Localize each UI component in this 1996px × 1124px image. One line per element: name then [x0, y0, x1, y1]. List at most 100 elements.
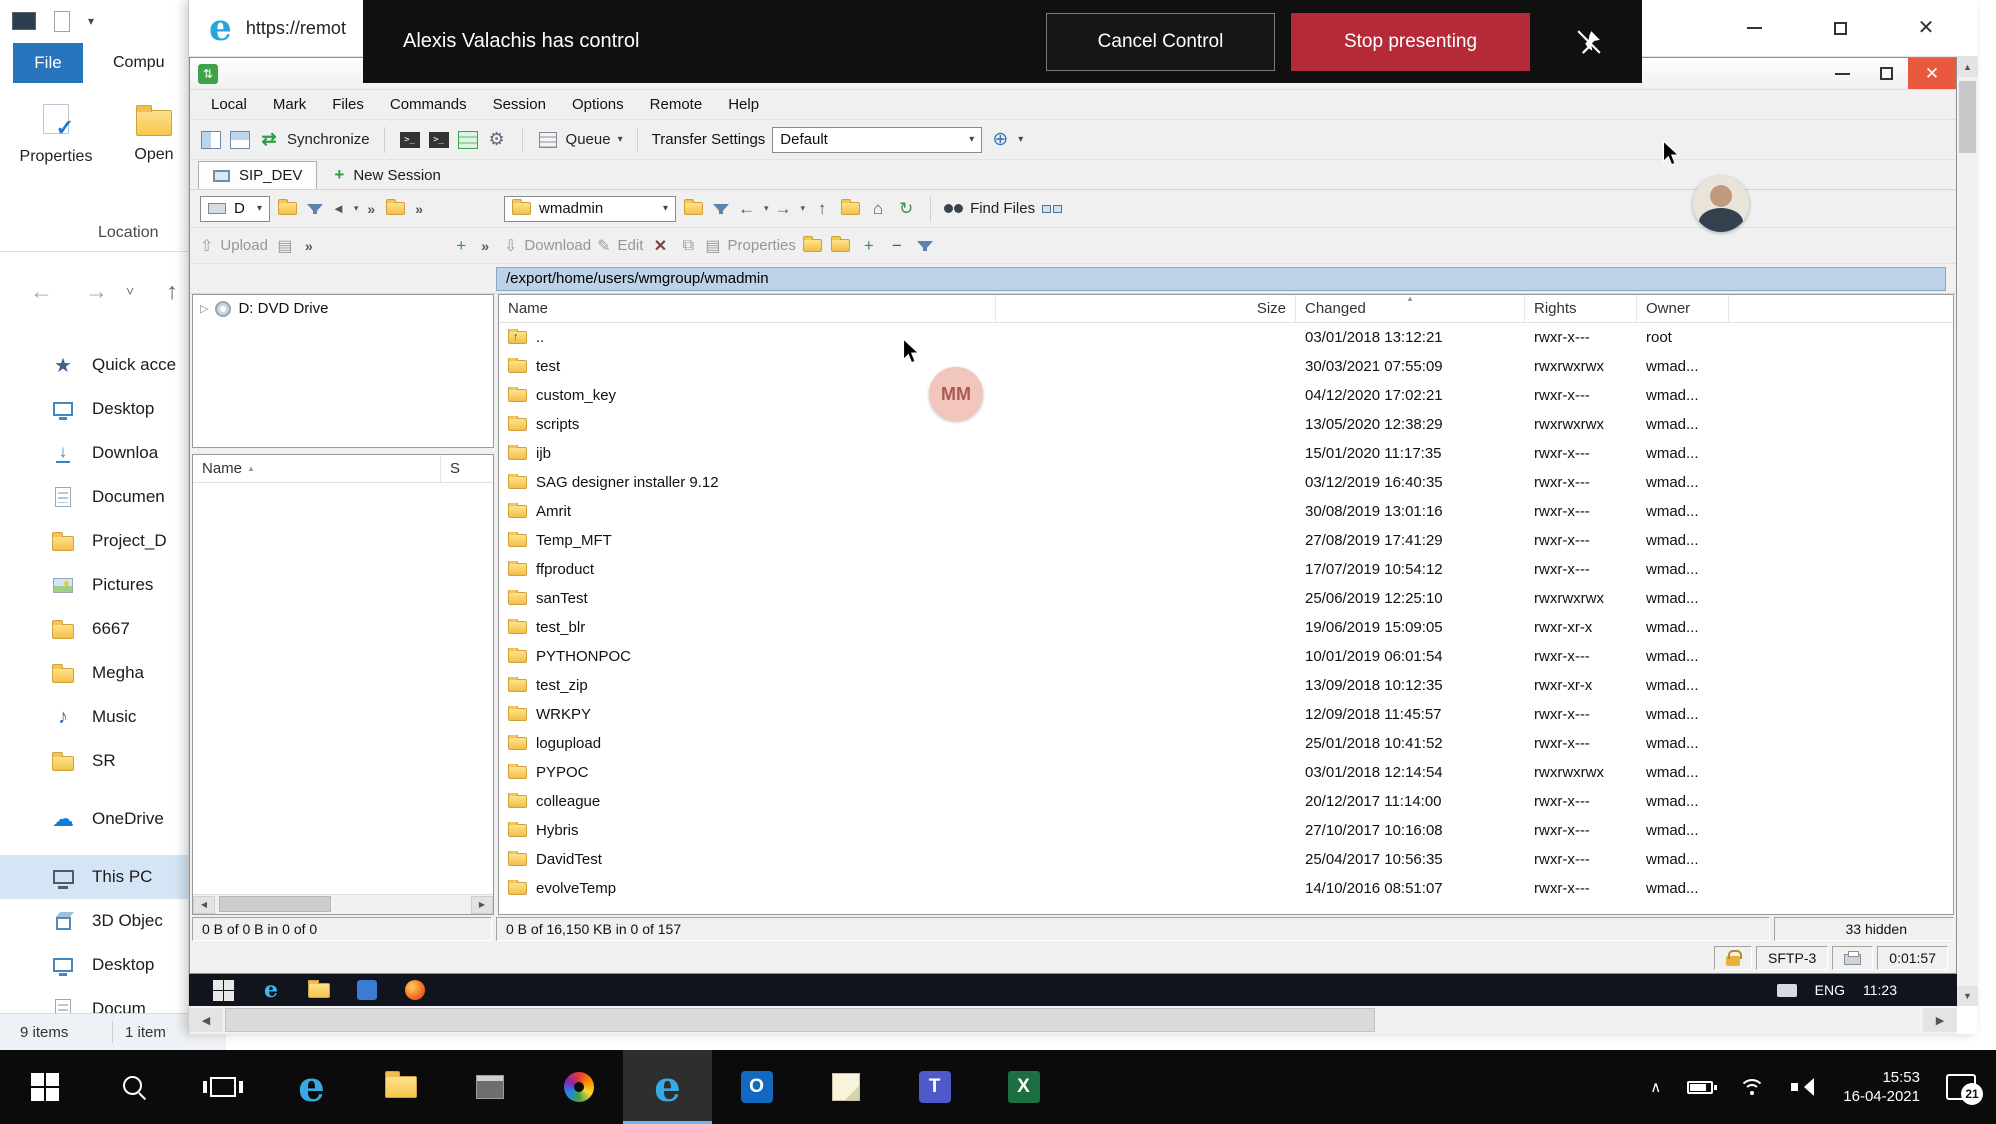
- keyboard-layout-icon[interactable]: [1777, 984, 1797, 997]
- file-row[interactable]: PYPOC03/01/2018 12:14:54rwxrwxrwxwmad...: [499, 758, 1953, 787]
- filter-icon[interactable]: [304, 198, 326, 220]
- quick-access-dropdown-icon[interactable]: ▾: [88, 14, 94, 28]
- queue-button[interactable]: Queue ▾: [537, 129, 623, 151]
- menu-mark[interactable]: Mark: [260, 96, 319, 113]
- transfer-settings-select[interactable]: Default ▾: [772, 127, 982, 153]
- taskbar-task-view-button[interactable]: [178, 1050, 267, 1124]
- toolbar-overflow-icon[interactable]: »: [302, 238, 316, 254]
- column-owner[interactable]: Owner: [1637, 295, 1729, 323]
- taskbar-app-window-button[interactable]: [445, 1050, 534, 1124]
- file-row[interactable]: scripts13/05/2020 12:38:29rwxrwxrwxwmad.…: [499, 410, 1953, 439]
- file-row[interactable]: Temp_MFT27/08/2019 17:41:29rwxr-x---wmad…: [499, 526, 1953, 555]
- panels-layout-icon[interactable]: [201, 131, 221, 149]
- minimize-icon[interactable]: [1711, 8, 1797, 48]
- filter-icon[interactable]: [914, 235, 936, 257]
- menu-local[interactable]: Local: [198, 96, 260, 113]
- refresh-icon[interactable]: ↻: [895, 198, 917, 220]
- remote-ie-icon[interactable]: e: [264, 979, 278, 1001]
- scroll-up-icon[interactable]: ▲: [1957, 57, 1978, 77]
- winscp-close-icon[interactable]: ✕: [1908, 58, 1956, 89]
- page-icon[interactable]: ▤: [274, 235, 296, 257]
- remove-icon[interactable]: −: [886, 235, 908, 257]
- taskbar-sticky-notes-button[interactable]: [801, 1050, 890, 1124]
- close-icon[interactable]: ✕: [1883, 8, 1969, 48]
- file-row[interactable]: Hybris27/10/2017 10:16:08rwxr-x---wmad..…: [499, 816, 1953, 845]
- menu-session[interactable]: Session: [480, 96, 559, 113]
- folder-icon[interactable]: [831, 239, 850, 252]
- remote-forward-button[interactable]: →▾: [775, 199, 806, 219]
- tree-expand-icon[interactable]: ▷: [200, 302, 208, 315]
- taskbar-start-button[interactable]: [0, 1050, 89, 1124]
- taskbar-search-button[interactable]: [89, 1050, 178, 1124]
- menu-options[interactable]: Options: [559, 96, 637, 113]
- file-row[interactable]: logupload25/01/2018 10:41:52rwxr-x---wma…: [499, 729, 1953, 758]
- notification-center-icon[interactable]: 21: [1946, 1074, 1976, 1100]
- console-icon[interactable]: >_: [429, 132, 449, 148]
- session-tab-sip-dev[interactable]: SIP_DEV: [198, 161, 317, 189]
- volume-icon[interactable]: [1791, 1077, 1817, 1097]
- scroll-left-icon[interactable]: ◀: [193, 896, 215, 914]
- local-drive-selector[interactable]: D ▾: [200, 196, 270, 222]
- file-row[interactable]: evolveTemp14/10/2016 08:51:07rwxr-x---wm…: [499, 874, 1953, 903]
- column-rights[interactable]: Rights: [1525, 295, 1637, 323]
- horizontal-scrollbar[interactable]: ◀ ▶: [189, 1006, 1957, 1034]
- up-icon[interactable]: ↑: [166, 278, 178, 305]
- remote-start-icon[interactable]: [213, 980, 234, 1001]
- parent-directory-icon[interactable]: ↑: [811, 198, 833, 220]
- network-icon[interactable]: [1042, 205, 1062, 213]
- winscp-minimize-icon[interactable]: [1820, 58, 1864, 89]
- file-row[interactable]: ↑..03/01/2018 13:12:21rwxr-x---root: [499, 323, 1953, 352]
- explorer-file-tab[interactable]: File: [13, 43, 83, 83]
- properties-quick-icon[interactable]: [54, 11, 70, 32]
- new-session-tab[interactable]: + New Session: [320, 161, 454, 189]
- local-horizontal-scrollbar[interactable]: ◀ ▶: [193, 894, 493, 914]
- file-row[interactable]: test30/03/2021 07:55:09rwxrwxrwxwmad...: [499, 352, 1953, 381]
- synchronize-button[interactable]: ⇄ Synchronize: [258, 129, 370, 151]
- local-column-size[interactable]: S: [441, 460, 460, 477]
- explorer-computer-tab[interactable]: Compu: [113, 54, 165, 72]
- folder-shortcut-icon[interactable]: [386, 202, 405, 215]
- preferences-gear-icon[interactable]: ⚙: [486, 129, 508, 151]
- file-row[interactable]: DavidTest25/04/2017 10:56:35rwxr-x---wma…: [499, 845, 1953, 874]
- local-back-button[interactable]: ◄▾: [332, 201, 358, 216]
- toolbar-overflow-icon[interactable]: »: [478, 238, 492, 254]
- remote-path-bar[interactable]: /export/home/users/wmgroup/wmadmin: [496, 267, 1946, 291]
- file-row[interactable]: ijb15/01/2020 11:17:35rwxr-x---wmad...: [499, 439, 1953, 468]
- remote-directory-selector[interactable]: wmadmin ▾: [504, 196, 676, 222]
- taskbar-excel-button[interactable]: X: [979, 1050, 1068, 1124]
- add-icon[interactable]: +: [450, 235, 472, 257]
- file-row[interactable]: ffproduct17/07/2019 10:54:12rwxr-x---wma…: [499, 555, 1953, 584]
- stop-presenting-button[interactable]: Stop presenting: [1291, 13, 1530, 71]
- remote-clock[interactable]: 11:23: [1863, 982, 1897, 998]
- remote-language[interactable]: ENG: [1815, 982, 1845, 998]
- file-row[interactable]: SAG designer installer 9.1203/12/2019 16…: [499, 468, 1953, 497]
- scroll-thumb[interactable]: [1959, 81, 1976, 153]
- file-row[interactable]: sanTest25/06/2019 12:25:10rwxrwxrwxwmad.…: [499, 584, 1953, 613]
- scroll-thumb[interactable]: [225, 1008, 1375, 1032]
- column-size[interactable]: Size: [996, 295, 1296, 323]
- home-directory-icon[interactable]: ⌂: [867, 198, 889, 220]
- winscp-maximize-icon[interactable]: [1864, 58, 1908, 89]
- root-directory-icon[interactable]: [841, 202, 860, 215]
- properties-button[interactable]: Properties: [12, 98, 100, 251]
- battery-icon[interactable]: [1687, 1081, 1713, 1094]
- file-row[interactable]: WRKPY12/09/2018 11:45:57rwxr-x---wmad...: [499, 700, 1953, 729]
- scroll-left-icon[interactable]: ◀: [189, 1008, 223, 1032]
- scroll-thumb[interactable]: [219, 896, 331, 912]
- menu-commands[interactable]: Commands: [377, 96, 480, 113]
- taskbar-clock[interactable]: 15:53 16-04-2021: [1843, 1068, 1920, 1106]
- duplicate-icon[interactable]: ⧉: [677, 235, 699, 257]
- remote-app-icon[interactable]: [357, 980, 377, 1000]
- globe-dropdown-icon[interactable]: ▾: [1018, 134, 1023, 145]
- recent-locations-icon[interactable]: ˅: [126, 283, 134, 299]
- open-directory-icon[interactable]: [684, 202, 703, 215]
- find-files-button[interactable]: Find Files: [944, 200, 1035, 217]
- scroll-right-icon[interactable]: ▶: [1923, 1008, 1957, 1032]
- tray-overflow-icon[interactable]: ∧: [1650, 1078, 1661, 1096]
- column-changed[interactable]: ▲ Changed: [1296, 295, 1525, 323]
- local-column-name[interactable]: Name▲: [193, 455, 441, 482]
- file-row[interactable]: Amrit30/08/2019 13:01:16rwxr-x---wmad...: [499, 497, 1953, 526]
- delete-icon[interactable]: ✕: [649, 235, 671, 257]
- forward-icon[interactable]: →: [85, 278, 108, 305]
- remote-back-button[interactable]: ←▾: [738, 199, 769, 219]
